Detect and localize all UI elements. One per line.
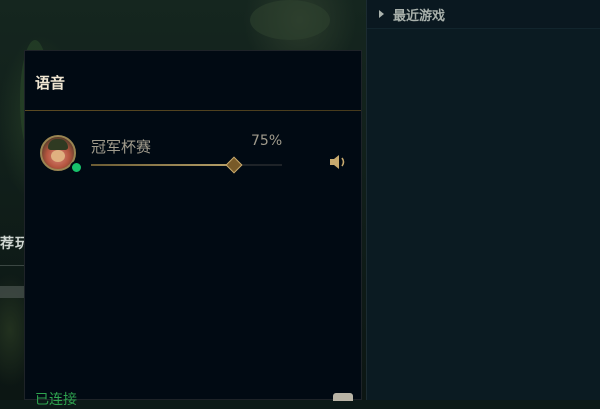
recent-games-label: 最近游戏 (393, 8, 446, 24)
voice-panel-divider (25, 110, 361, 111)
recent-games-header[interactable]: 最近游戏 (367, 0, 600, 29)
volume-slider-fill (91, 164, 235, 166)
voice-panel-title: 语音 (35, 74, 66, 92)
social-sidebar: 最近游戏 (366, 0, 600, 400)
avatar-face (51, 150, 65, 162)
volume-slider-thumb[interactable] (225, 156, 243, 174)
connection-status: 已连接 (35, 392, 77, 408)
expand-arrow-icon (379, 10, 384, 18)
speaker-icon[interactable] (328, 153, 348, 171)
volume-slider[interactable] (91, 156, 282, 174)
voice-panel: 语音 冠军杯赛 75% 已连接 (24, 50, 362, 408)
avatar-hat (48, 139, 68, 150)
member-name: 冠军杯赛 (91, 138, 152, 156)
online-status-icon (70, 161, 83, 174)
background-foliage (250, 0, 330, 40)
background-divider (0, 265, 26, 266)
member-volume-percent: 75% (251, 133, 283, 149)
